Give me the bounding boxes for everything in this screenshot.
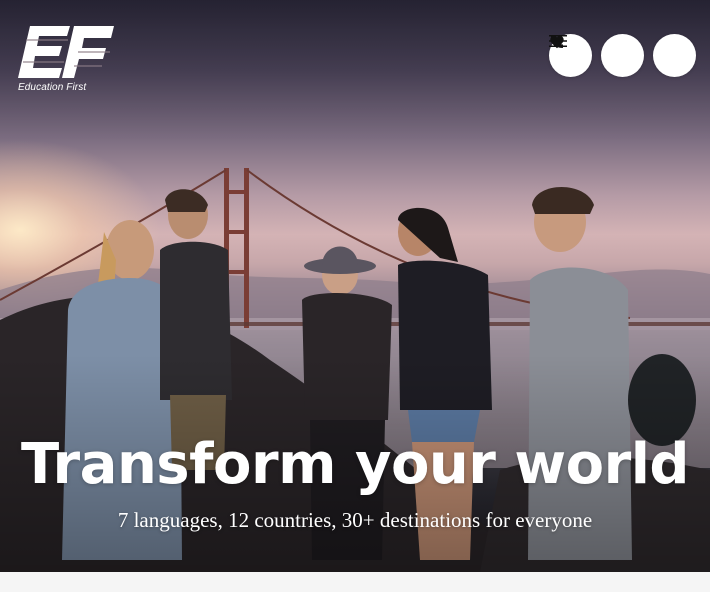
menu-button[interactable] [549,34,696,77]
logo-tagline: Education First [18,82,87,93]
favorites-button[interactable] [550,34,644,77]
hamburger-menu-icon [549,35,567,47]
hero-subtitle: 7 languages, 12 countries, 30+ destinati… [117,508,593,532]
header-actions [549,34,696,77]
ef-logo-icon [18,26,114,78]
hero-banner: Education First Transform your world 7 l… [0,0,710,572]
ef-logo[interactable]: Education First [18,26,114,94]
hero-title: Transform your world [20,432,690,497]
page-content-start [0,572,710,592]
